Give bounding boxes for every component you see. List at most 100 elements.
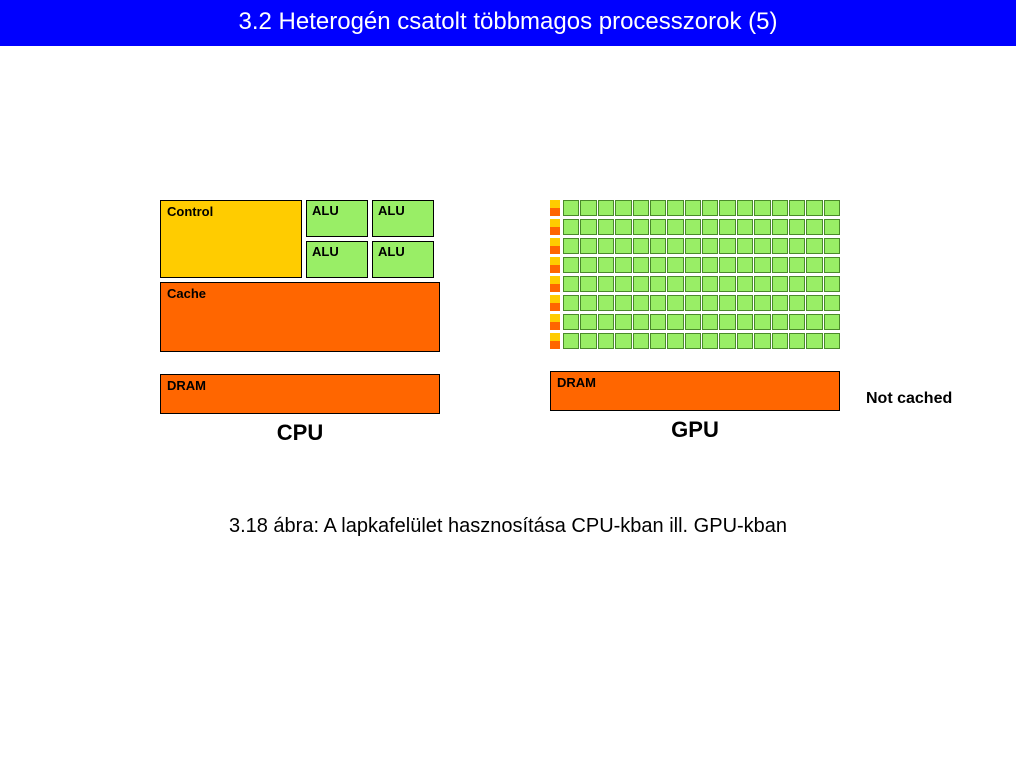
gpu-alu — [615, 333, 631, 349]
gpu-row-alus — [563, 257, 840, 273]
gpu-alu — [772, 276, 788, 292]
gpu-alu — [615, 314, 631, 330]
gpu-alu — [685, 333, 701, 349]
gpu-alu — [598, 238, 614, 254]
gpu-row — [550, 219, 840, 235]
gpu-alu — [754, 333, 770, 349]
gpu-alu — [667, 276, 683, 292]
gpu-alu — [754, 276, 770, 292]
gpu-alu — [772, 257, 788, 273]
gpu-alu — [754, 295, 770, 311]
gpu-alu — [737, 314, 753, 330]
gpu-row — [550, 295, 840, 311]
gpu-alu — [598, 200, 614, 216]
gpu-alu — [737, 257, 753, 273]
gpu-row — [550, 314, 840, 330]
cpu-dram: DRAM — [160, 374, 440, 414]
cpu-gpu-diagram: Control ALU ALU ALU ALU Cache DRAM CPU D… — [160, 200, 850, 446]
gpu-alu — [563, 257, 579, 273]
gpu-alu — [789, 295, 805, 311]
gpu-alu — [772, 295, 788, 311]
slide-title: 3.2 Heterogén csatolt többmagos processz… — [239, 8, 778, 35]
gpu-row-alus — [563, 219, 840, 235]
gpu-alu — [789, 314, 805, 330]
gpu-alu — [737, 276, 753, 292]
gpu-alu — [824, 295, 840, 311]
gpu-alu — [806, 238, 822, 254]
gpu-alu — [824, 314, 840, 330]
gpu-row-control — [550, 257, 560, 273]
gpu-alu — [719, 295, 735, 311]
gpu-alu — [719, 333, 735, 349]
gpu-row-alus — [563, 295, 840, 311]
gpu-alu — [789, 257, 805, 273]
gpu-alu — [650, 200, 666, 216]
gpu-alu — [667, 219, 683, 235]
cpu-alu: ALU — [306, 200, 368, 237]
gpu-alu — [633, 333, 649, 349]
gpu-alu — [754, 200, 770, 216]
gpu-row-alus — [563, 314, 840, 330]
gpu-alu — [598, 276, 614, 292]
gpu-alu — [685, 238, 701, 254]
cpu-control-unit: Control — [160, 200, 302, 278]
gpu-row — [550, 276, 840, 292]
gpu-alu — [685, 295, 701, 311]
gpu-alu — [580, 219, 596, 235]
gpu-alu — [719, 257, 735, 273]
gpu-alu — [806, 295, 822, 311]
cpu-cache: Cache — [160, 282, 440, 352]
gpu-row-alus — [563, 200, 840, 216]
gpu-alu — [719, 200, 735, 216]
slide-title-bar: 3.2 Heterogén csatolt többmagos processz… — [0, 0, 1016, 46]
gpu-alu — [580, 238, 596, 254]
gpu-alu — [685, 276, 701, 292]
cpu-alu: ALU — [372, 241, 434, 278]
gpu-alu — [702, 314, 718, 330]
gpu-alu — [702, 238, 718, 254]
cpu-alu: ALU — [306, 241, 368, 278]
gpu-block: DRAM GPU — [550, 200, 840, 446]
gpu-row — [550, 238, 840, 254]
gpu-alu — [772, 219, 788, 235]
gpu-alu — [719, 238, 735, 254]
gpu-row-control — [550, 333, 560, 349]
gpu-alu — [650, 276, 666, 292]
gpu-alu — [667, 257, 683, 273]
gpu-alu — [598, 219, 614, 235]
gpu-alu — [580, 276, 596, 292]
gpu-alu — [789, 333, 805, 349]
gpu-row-alus — [563, 333, 840, 349]
gpu-alu — [650, 314, 666, 330]
gpu-alu — [702, 200, 718, 216]
gpu-alu — [806, 200, 822, 216]
gpu-alu — [615, 219, 631, 235]
gpu-alu — [702, 219, 718, 235]
gpu-alu — [667, 333, 683, 349]
gpu-alu — [580, 314, 596, 330]
gpu-core-rows — [550, 200, 840, 349]
gpu-alu — [737, 200, 753, 216]
gpu-alu — [789, 238, 805, 254]
gpu-alu — [633, 257, 649, 273]
gpu-alu — [563, 314, 579, 330]
gpu-row-control — [550, 276, 560, 292]
gpu-row — [550, 200, 840, 216]
gpu-alu — [702, 295, 718, 311]
gpu-alu — [824, 238, 840, 254]
gpu-alu — [685, 257, 701, 273]
gpu-alu — [789, 200, 805, 216]
gpu-alu — [563, 200, 579, 216]
gpu-alu — [615, 276, 631, 292]
gpu-alu — [737, 219, 753, 235]
gpu-row-alus — [563, 276, 840, 292]
cpu-alu: ALU — [372, 200, 434, 237]
gpu-alu — [633, 219, 649, 235]
gpu-dram: DRAM — [550, 371, 840, 411]
gpu-alu — [563, 276, 579, 292]
gpu-alu — [580, 200, 596, 216]
gpu-alu — [598, 333, 614, 349]
cpu-block: Control ALU ALU ALU ALU Cache DRAM CPU — [160, 200, 440, 446]
gpu-alu — [719, 219, 735, 235]
gpu-alu — [772, 238, 788, 254]
